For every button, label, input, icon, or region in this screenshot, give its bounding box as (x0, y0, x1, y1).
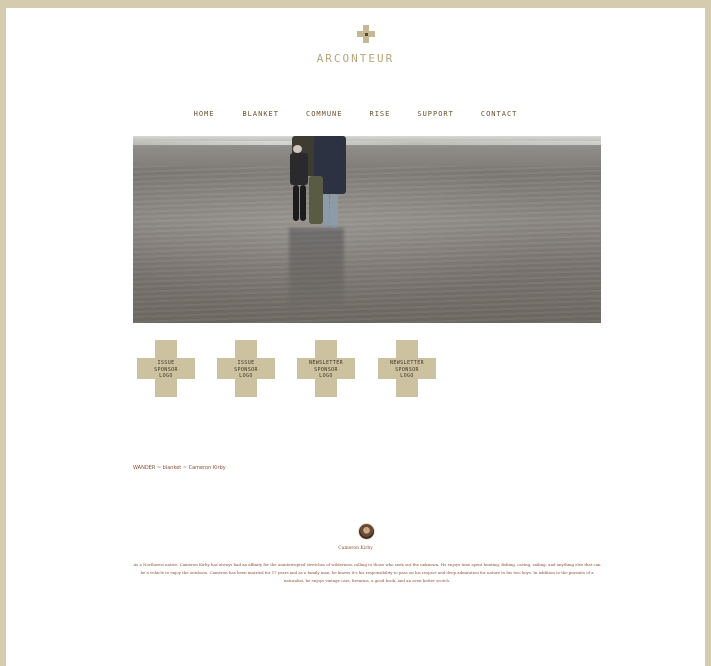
author-avatar (358, 523, 375, 540)
nav-rise[interactable]: RISE (370, 110, 391, 118)
main-nav: HOME BLANKET COMMUNE RISE SUPPORT CONTAC… (0, 110, 711, 118)
sponsor-logo-3[interactable]: NEWSLETTER SPONSOR LOGO (297, 340, 355, 397)
sponsor-logo-2[interactable]: ISSUE SPONSOR LOGO (217, 340, 275, 397)
logo-cross-icon[interactable] (357, 25, 375, 43)
nav-home[interactable]: HOME (194, 110, 215, 118)
author-name: Cameron Kirby (338, 546, 373, 551)
nav-support[interactable]: SUPPORT (417, 110, 454, 118)
nav-contact[interactable]: CONTACT (481, 110, 518, 118)
site-brand[interactable]: ARCONTEUR (0, 52, 711, 65)
nav-blanket[interactable]: BLANKET (242, 110, 279, 118)
hero-image (133, 136, 601, 323)
sponsor-logo-1[interactable]: ISSUE SPONSOR LOGO (137, 340, 195, 397)
author-bio: As a Northwest native, Cameron Kirby has… (133, 562, 601, 583)
nav-commune[interactable]: COMMUNE (306, 110, 343, 118)
breadcrumb[interactable]: WANDER ~ blanket ~ Cameron Kirby (133, 465, 226, 471)
sponsor-logo-4[interactable]: NEWSLETTER SPONSOR LOGO (378, 340, 436, 397)
